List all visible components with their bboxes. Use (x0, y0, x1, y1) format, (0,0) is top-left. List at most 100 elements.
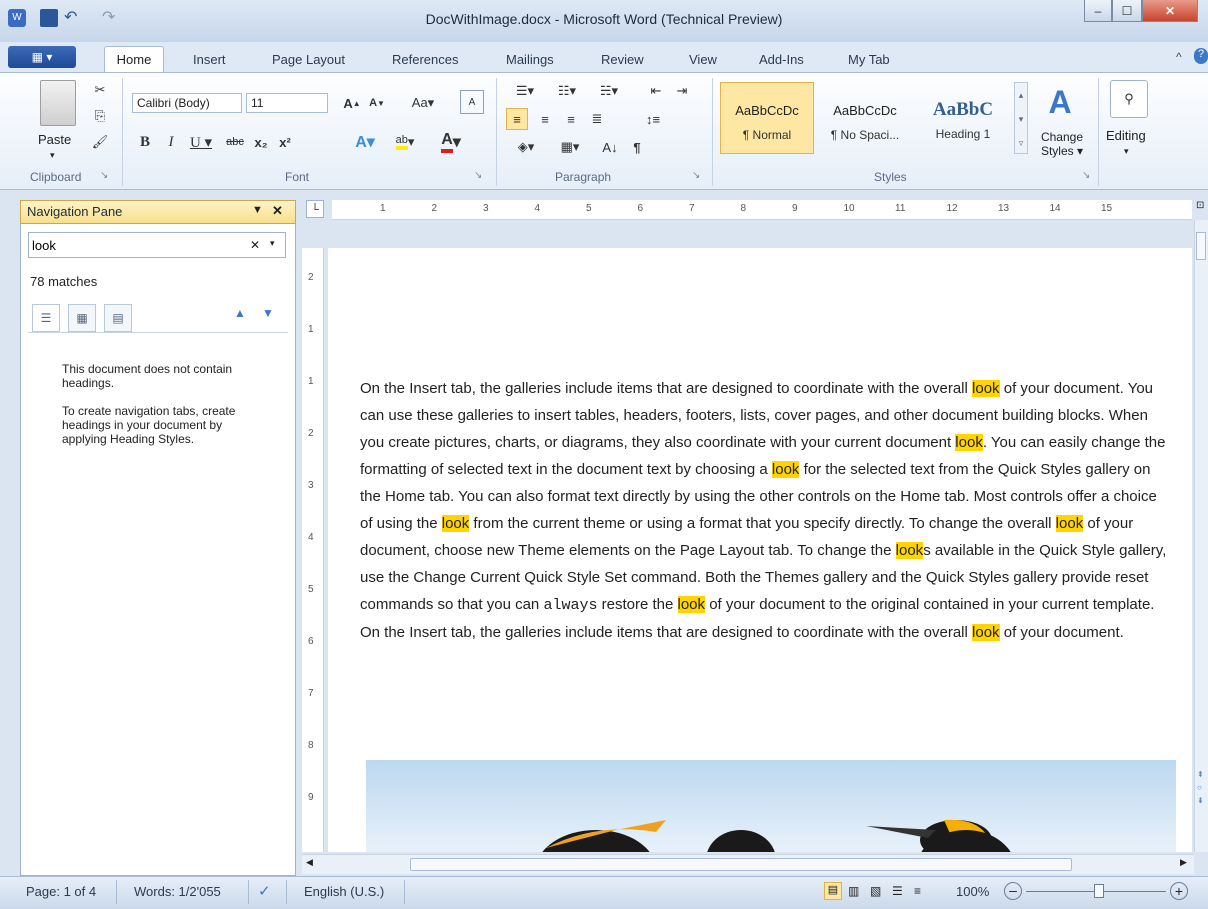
previous-result-icon[interactable]: ▲ (234, 306, 246, 320)
bullets-icon[interactable]: ☰▾ (506, 82, 544, 100)
draft-icon[interactable]: ≡ (914, 884, 921, 898)
vertical-scroll-thumb[interactable] (1196, 232, 1206, 260)
outline-icon[interactable]: ☰ (892, 884, 903, 898)
decrease-indent-icon[interactable]: ⇤ (646, 82, 666, 100)
styles-gallery-scroll[interactable]: ▴ ▾ ▿ (1014, 82, 1028, 154)
zoom-slider-thumb[interactable] (1094, 884, 1104, 898)
underline-icon[interactable]: U ▾ (188, 133, 214, 151)
multilevel-list-icon[interactable]: ☵▾ (590, 82, 628, 100)
strikethrough-icon[interactable]: abc (222, 133, 248, 151)
tab-view[interactable]: View (689, 52, 717, 67)
minimize-ribbon-icon[interactable]: ^ (1176, 50, 1182, 64)
cut-icon[interactable]: ✂ (92, 82, 108, 98)
pages-tab-icon[interactable]: ▦ (68, 304, 96, 332)
zoom-out-icon[interactable]: – (1004, 882, 1022, 900)
vertical-scrollbar[interactable]: ⇞ ○ ⇟ (1194, 220, 1208, 852)
clear-search-icon[interactable]: ✕ (250, 238, 260, 252)
italic-icon[interactable]: I (162, 133, 180, 151)
style-heading-1[interactable]: AaBbC Heading 1 (916, 82, 1010, 154)
file-menu-button[interactable]: ▦ ▾ (8, 46, 76, 68)
pane-options-icon[interactable]: ▼ (252, 204, 263, 216)
full-screen-reading-icon[interactable]: ▥ (848, 884, 859, 898)
change-styles-icon[interactable]: A (1040, 80, 1080, 124)
shading-icon[interactable]: ◈▾ (506, 136, 546, 158)
change-case-icon[interactable]: Aa▾ (408, 93, 438, 113)
sort-icon[interactable]: A↓ (598, 136, 622, 158)
search-input[interactable] (32, 236, 242, 254)
tab-page-layout[interactable]: Page Layout (272, 52, 345, 67)
increase-indent-icon[interactable]: ⇥ (672, 82, 692, 100)
tab-add-ins[interactable]: Add-Ins (759, 52, 804, 67)
shrink-font-icon[interactable]: A ▼ (366, 93, 388, 113)
view-ruler-icon[interactable]: ⊡ (1196, 200, 1208, 218)
line-spacing-icon[interactable]: ↕≡ (640, 108, 666, 130)
help-icon[interactable]: ? (1194, 48, 1208, 64)
tab-selector-icon[interactable]: └ (306, 200, 324, 218)
horizontal-scrollbar[interactable]: ◀ ▶ (302, 854, 1194, 874)
document-text[interactable]: On the Insert tab, the galleries include… (360, 375, 1170, 646)
scroll-left-icon[interactable]: ◀ (306, 857, 313, 868)
page-count[interactable]: Page: 1 of 4 (26, 884, 96, 899)
tab-home[interactable]: Home (104, 46, 164, 72)
font-name-box[interactable]: Calibri (Body) (132, 93, 242, 113)
grow-font-icon[interactable]: A ▲ (340, 93, 364, 113)
align-center-icon[interactable]: ≡ (534, 108, 556, 130)
tab-insert[interactable]: Insert (193, 52, 226, 67)
copy-icon[interactable]: ⎘ (92, 108, 108, 124)
maximize-button[interactable]: ☐ (1112, 0, 1142, 22)
clear-formatting-icon[interactable]: A (460, 90, 484, 114)
show-formatting-icon[interactable]: ¶ (626, 136, 648, 158)
ruler-mark: 9 (792, 203, 798, 214)
style-normal[interactable]: AaBbCcDc ¶ Normal (720, 82, 814, 154)
font-launcher-icon[interactable]: ↘ (474, 170, 482, 181)
penguin-picture[interactable] (366, 760, 1176, 852)
bold-icon[interactable]: B (136, 133, 154, 151)
close-pane-icon[interactable]: ✕ (272, 203, 283, 219)
zoom-level[interactable]: 100% (956, 884, 989, 899)
ruler-mark: 15 (1101, 203, 1113, 214)
style-no-spacing[interactable]: AaBbCcDc ¶ No Spaci... (818, 82, 912, 154)
justify-icon[interactable]: ≣ (586, 108, 608, 130)
web-layout-icon[interactable]: ▧ (870, 884, 881, 898)
subscript-icon[interactable]: x₂ (252, 133, 270, 151)
borders-icon[interactable]: ▦▾ (550, 136, 590, 158)
paste-dropdown-icon[interactable]: ▾ (50, 150, 55, 161)
headings-tab-icon[interactable]: ☰ (32, 304, 60, 332)
tab-mailings[interactable]: Mailings (506, 52, 554, 67)
font-color-icon[interactable]: A ▾ (434, 131, 468, 153)
paragraph-launcher-icon[interactable]: ↘ (692, 170, 700, 181)
styles-launcher-icon[interactable]: ↘ (1082, 170, 1090, 181)
numbering-icon[interactable]: ☷▾ (548, 82, 586, 100)
change-styles-button[interactable]: Change Styles ▾ (1036, 130, 1088, 158)
font-size-box[interactable]: 11 (246, 93, 328, 113)
paragraph-group-label: Paragraph (555, 170, 612, 184)
clipboard-launcher-icon[interactable]: ↘ (100, 170, 108, 181)
paste-button[interactable]: Paste (38, 132, 71, 147)
superscript-icon[interactable]: x² (276, 133, 294, 151)
tab-review[interactable]: Review (601, 52, 644, 67)
next-result-icon[interactable]: ▼ (262, 306, 274, 320)
horizontal-scroll-thumb[interactable] (410, 858, 1072, 871)
search-options-icon[interactable]: ▾ (270, 238, 275, 249)
results-tab-icon[interactable]: ▤ (104, 304, 132, 332)
align-right-icon[interactable]: ≡ (560, 108, 582, 130)
ruler-mark: 6 (308, 636, 314, 647)
language[interactable]: English (U.S.) (304, 884, 384, 899)
word-count[interactable]: Words: 1/2'055 (134, 884, 221, 899)
format-painter-icon[interactable]: 🖌 (92, 134, 109, 150)
print-layout-icon[interactable]: ▤ (824, 882, 842, 900)
close-button[interactable]: ✕ (1142, 0, 1198, 22)
tab-references[interactable]: References (392, 52, 458, 67)
scroll-right-icon[interactable]: ▶ (1180, 857, 1187, 868)
zoom-in-icon[interactable]: + (1170, 882, 1188, 900)
browse-object-icon[interactable]: ⇞ ○ ⇟ (1197, 768, 1204, 807)
highlight-color-icon[interactable]: ab ▾ (388, 131, 422, 153)
tab-my-tab[interactable]: My Tab (848, 52, 890, 67)
align-left-icon[interactable]: ≡ (506, 108, 528, 130)
text-effects-icon[interactable]: A▾ (350, 131, 380, 153)
horizontal-ruler[interactable]: 1 2 3 4 5 6 7 8 9 10 11 12 13 14 15 (332, 200, 1192, 220)
proofing-icon[interactable]: ✓ (258, 882, 271, 900)
minimize-button[interactable]: – (1084, 0, 1112, 22)
editing-button[interactable]: Editing (1106, 128, 1146, 143)
editing-dropdown-icon[interactable]: ▾ (1124, 146, 1129, 157)
